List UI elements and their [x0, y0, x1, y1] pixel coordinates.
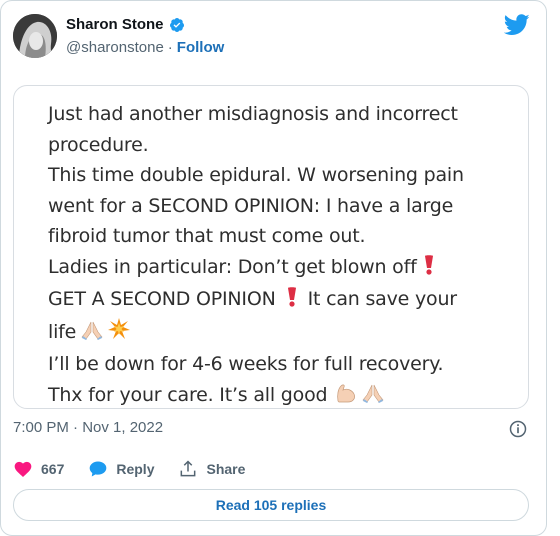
- reply-label: Reply: [116, 461, 155, 477]
- like-button[interactable]: 667: [13, 459, 64, 479]
- tweet-line-with-emoji: GET A SECOND OPINION It can save your: [48, 284, 464, 317]
- action-bar: 667 Reply Share: [13, 459, 269, 479]
- tweet-line: GET A SECOND OPINION: [48, 288, 276, 310]
- avatar[interactable]: [13, 14, 57, 58]
- tweet-line: This time double epidural. W worsening p…: [48, 164, 464, 186]
- tweet-line: Thx for your care. It’s all good: [48, 383, 328, 406]
- follow-button[interactable]: Follow: [177, 39, 225, 56]
- tweet-text-image: Just had another misdiagnosis and incorr…: [13, 85, 529, 409]
- tweet-line: procedure.: [48, 133, 149, 156]
- tweet-line: It can save your: [307, 288, 458, 310]
- tweet-card: Sharon Stone @sharonstone · Follow Just ha…: [0, 0, 547, 536]
- verified-badge-icon: [169, 17, 184, 32]
- share-icon: [181, 460, 196, 477]
- tweet-line: life: [48, 320, 77, 343]
- handle[interactable]: @sharonstone: [66, 39, 164, 56]
- collision-emoji: [108, 317, 131, 350]
- reply-button[interactable]: Reply: [88, 459, 154, 479]
- tweet-line: fibroid tumor that must come out.: [48, 225, 366, 247]
- exclamation-emoji: [421, 254, 437, 285]
- tweet-line-with-emoji: life: [48, 317, 464, 350]
- display-name[interactable]: Sharon Stone: [66, 16, 164, 33]
- tweet-line: I’ll be down for 4-6 weeks for full reco…: [48, 353, 444, 375]
- heart-icon: [14, 461, 32, 477]
- info-icon[interactable]: [508, 419, 528, 439]
- exclamation-emoji: [284, 286, 300, 317]
- twitter-bird-icon[interactable]: [504, 14, 530, 36]
- praying-hands-emoji: [361, 382, 385, 413]
- tweet-line: went for a SECOND OPINION: I have a larg…: [48, 194, 454, 217]
- tweet-text: Just had another misdiagnosis and incorr…: [48, 99, 464, 412]
- tweet-line: Just had another misdiagnosis and incorr…: [48, 103, 458, 125]
- praying-hands-emoji: [80, 319, 104, 350]
- reply-bubble-icon: [90, 461, 107, 477]
- flexed-biceps-emoji: [335, 382, 357, 413]
- tweet-timestamp[interactable]: 7:00 PM · Nov 1, 2022: [13, 419, 163, 436]
- tweet-line: Ladies in particular: Don’t get blown of…: [48, 255, 417, 278]
- share-button[interactable]: Share: [178, 459, 245, 479]
- like-count: 667: [41, 461, 65, 477]
- separator: ·: [167, 39, 173, 56]
- share-label: Share: [206, 461, 246, 477]
- tweet-line-with-emoji: Ladies in particular: Don’t get blown of…: [48, 252, 464, 285]
- tweet-line-with-emoji: Thx for your care. It’s all good: [48, 380, 464, 413]
- read-replies-button[interactable]: Read 105 replies: [13, 489, 529, 521]
